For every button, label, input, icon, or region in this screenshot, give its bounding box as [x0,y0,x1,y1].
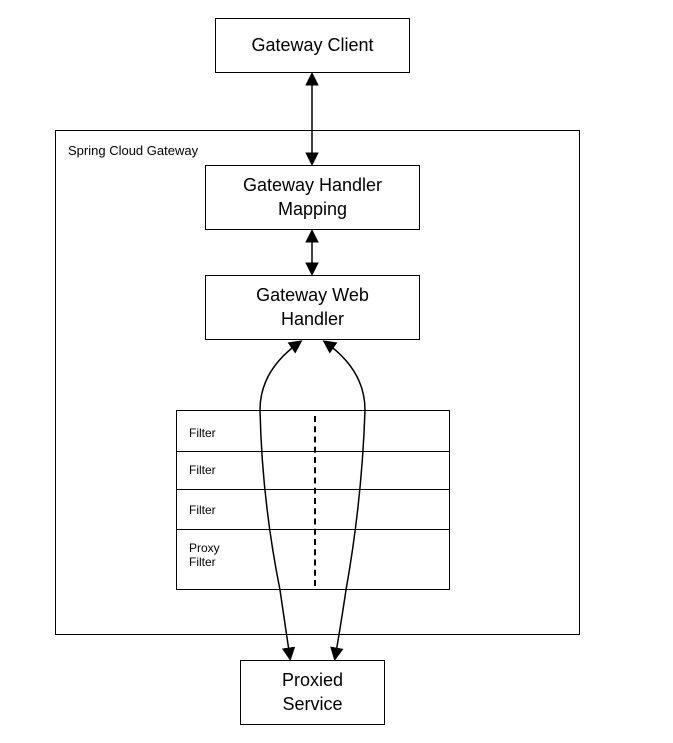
filter-divider-2 [177,489,449,490]
gateway-client-box: Gateway Client [215,18,410,73]
gateway-web-handler-box: Gateway Web Handler [205,275,420,340]
gateway-web-handler-label: Gateway Web Handler [256,284,369,331]
filter-center-dashed-line [314,416,316,586]
proxy-filter-label: Proxy Filter [189,541,220,569]
proxied-service-box: Proxied Service [240,660,385,725]
filter-2-label: Filter [189,463,216,477]
filter-block: Filter Filter Filter Proxy Filter [176,410,450,590]
proxied-service-label: Proxied Service [282,669,343,716]
filter-3-label: Filter [189,503,216,517]
container-label: Spring Cloud Gateway [68,143,198,158]
filter-1-label: Filter [189,426,216,440]
filter-divider-3 [177,529,449,530]
gateway-handler-mapping-box: Gateway Handler Mapping [205,165,420,230]
gateway-handler-mapping-label: Gateway Handler Mapping [243,174,382,221]
filter-divider-1 [177,451,449,452]
gateway-client-label: Gateway Client [251,34,373,57]
